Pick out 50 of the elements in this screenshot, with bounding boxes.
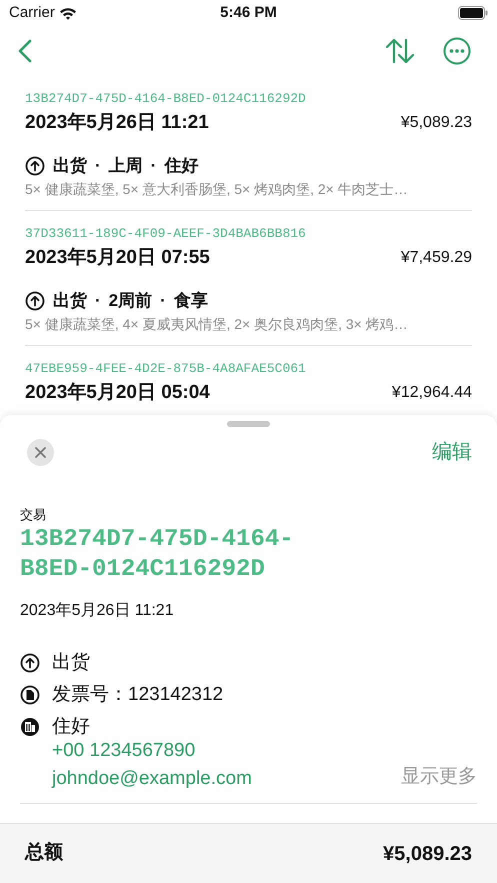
transaction-amount: ¥7,459.29 <box>400 248 472 268</box>
transaction-date: 2023年5月20日 05:04 <box>25 380 210 405</box>
detail-text: 发票号：123142312 <box>52 682 224 706</box>
arrow-up-circle-icon <box>25 156 45 176</box>
meta-text: 出货 <box>53 155 87 178</box>
total-value: ¥5,089.23 <box>383 842 472 866</box>
detail-date: 2023年5月26日 11:21 <box>20 600 175 620</box>
phone-link[interactable]: +00 1234567890 <box>52 738 196 762</box>
meta-text: 出货 <box>53 290 87 312</box>
transaction-id: 47EBE959-4FEE-4D2E-875B-4A8AFAE5C061 <box>25 360 307 378</box>
detail-text: 住好 <box>52 714 91 738</box>
total-label: 总额 <box>25 840 63 866</box>
separator-dot: · <box>160 290 166 312</box>
sort-arrows-icon <box>385 38 415 64</box>
battery-icon <box>458 6 488 20</box>
transaction-date: 2023年5月26日 11:21 <box>25 110 209 135</box>
close-button[interactable] <box>27 438 54 466</box>
separator-dot: · <box>150 155 156 178</box>
wifi-icon <box>58 6 77 20</box>
more-icon <box>443 37 471 65</box>
meta-text: 上周 <box>108 155 143 178</box>
transaction-row[interactable]: 37D33611-189C-4F09-AEEF-3D4BAB6BB816 2023年5月20日 07:55 ¥7,459.29 出货 · 2周前 · 食享 5× 健康蔬菜堡, 4× 夏威夷风情堡, 2× 奥尔良鸡肉堡, 3× 烤鸡… <box>25 225 472 346</box>
edit-button[interactable]: 编辑 <box>432 437 472 467</box>
status-time: 5:46 PM <box>220 2 277 23</box>
show-more-button[interactable]: 显示更多 <box>401 762 477 791</box>
transaction-amount: ¥12,964.44 <box>392 383 472 403</box>
items-summary: 5× 健康蔬菜堡, 5× 意大利香肠堡, 5× 烤鸡肉堡, 2× 牛肉芝士… <box>25 180 409 199</box>
transaction-amount: ¥5,089.23 <box>400 113 472 133</box>
transaction-id: 37D33611-189C-4F09-AEEF-3D4BAB6BB816 <box>25 225 307 243</box>
close-icon <box>35 446 46 458</box>
transaction-row[interactable]: 47EBE959-4FEE-4D2E-875B-4A8AFAE5C061 2023年5月20日 05:04 ¥12,964.44 <box>25 360 472 418</box>
separator-dot: · <box>95 290 101 312</box>
meta-text: 住好 <box>164 155 198 178</box>
email-link[interactable]: johndoe@example.com <box>52 767 252 791</box>
transaction-id: 13B274D7-475D-4164-B8ED-0124C116292D <box>25 90 307 108</box>
transaction-date: 2023年5月20日 07:55 <box>25 246 210 270</box>
section-label: 交易 <box>20 506 47 524</box>
back-chevron-icon <box>18 39 32 63</box>
items-summary: 5× 健康蔬菜堡, 4× 夏威夷风情堡, 2× 奥尔良鸡肉堡, 3× 烤鸡… <box>25 315 409 334</box>
arrow-up-circle-icon <box>20 652 40 672</box>
detail-text: 出货 <box>52 650 91 674</box>
detail-id: 13B274D7-475D-4164-B8ED-0124C116292D <box>20 524 295 584</box>
meta-text: 2周前 <box>108 290 152 312</box>
arrow-up-circle-icon <box>25 291 45 311</box>
transaction-row[interactable]: 13B274D7-475D-4164-B8ED-0124C116292D 2023年5月26日 11:21 ¥5,089.23 出货 · 上周 · 住好 5× 健康蔬菜堡, 5× 意大利香肠堡, 5× 烤鸡肉堡, 2× 牛肉芝士… <box>25 90 472 211</box>
separator-dot: · <box>95 155 101 178</box>
building-circle-icon <box>20 716 40 736</box>
document-circle-icon <box>20 684 40 704</box>
carrier-label: Carrier <box>9 2 55 23</box>
meta-text: 食享 <box>174 290 208 312</box>
